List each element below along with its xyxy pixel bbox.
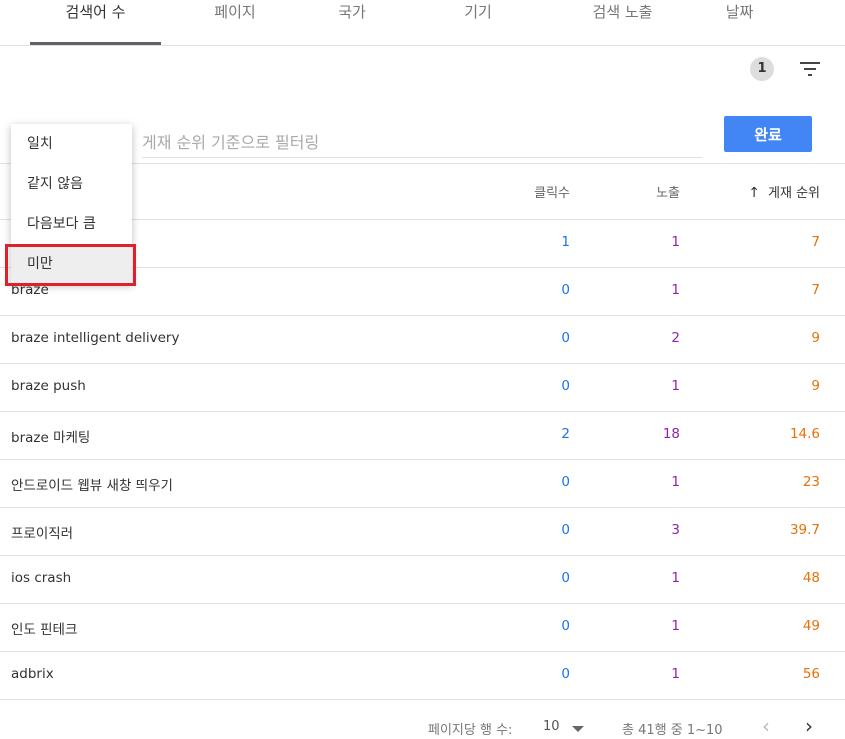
table-row[interactable]: ios crash 0 1 48 [0, 556, 845, 604]
impressions-cell: 3 [671, 522, 680, 538]
position-cell: 9 [811, 378, 820, 394]
done-button[interactable]: 완료 [724, 116, 812, 152]
tab-search-appearance[interactable]: 검색 노출 [565, 0, 680, 46]
tab-dates[interactable]: 날짜 [712, 0, 767, 46]
active-tab-indicator [30, 42, 161, 45]
header-position-label: 게재 순위 [768, 186, 820, 201]
query-cell: braze 마케팅 [11, 430, 91, 446]
menu-item-equals[interactable]: 일치 [11, 124, 132, 164]
menu-item-not-equal[interactable]: 같지 않음 [11, 164, 132, 204]
table-row[interactable]: 안드로이드 웹뷰 새창 띄우기 0 1 23 [0, 460, 845, 508]
impressions-cell: 1 [671, 666, 680, 682]
chevron-right-icon[interactable]: › [805, 714, 813, 738]
impressions-cell: 1 [671, 570, 680, 586]
table-row[interactable]: braze push 0 1 9 [0, 364, 845, 412]
position-cell: 14.6 [789, 426, 820, 442]
position-cell: 7 [811, 234, 820, 250]
pagination: 페이지당 행 수: 10 총 41행 중 1~10 ‹ › [0, 700, 845, 739]
query-cell: adbrix [11, 666, 54, 682]
impressions-cell: 1 [671, 618, 680, 634]
query-cell: braze push [11, 378, 86, 394]
clicks-cell: 1 [561, 234, 570, 250]
table-row[interactable]: adbrix 0 1 56 [0, 652, 845, 700]
tab-countries[interactable]: 국가 [322, 0, 382, 46]
comparison-dropdown-menu: 일치 같지 않음 다음보다 큼 미만 [11, 124, 132, 284]
query-cell: 프로이직러 [11, 526, 74, 542]
arrow-up-icon: ↑ [748, 185, 761, 201]
chevron-left-icon[interactable]: ‹ [762, 714, 770, 738]
clicks-cell: 0 [561, 618, 570, 634]
header-position[interactable]: ↑ 게재 순위 [748, 182, 820, 201]
position-cell: 56 [802, 666, 820, 682]
impressions-cell: 18 [662, 426, 680, 442]
query-cell: braze intelligent delivery [11, 330, 180, 346]
position-cell: 48 [802, 570, 820, 586]
menu-item-greater-than[interactable]: 다음보다 큼 [11, 204, 132, 244]
query-cell: braze [11, 282, 49, 298]
clicks-cell: 0 [561, 282, 570, 298]
impressions-cell: 1 [671, 282, 680, 298]
tab-queries[interactable]: 검색어 수 [30, 0, 161, 46]
table-row[interactable]: braze intelligent delivery 0 2 9 [0, 316, 845, 364]
impressions-cell: 2 [671, 330, 680, 346]
clicks-cell: 0 [561, 666, 570, 682]
impressions-cell: 1 [671, 474, 680, 490]
filter-count-badge: 1 [750, 57, 774, 81]
menu-item-less-than[interactable]: 미만 [11, 244, 132, 284]
query-cell: ios crash [11, 570, 72, 586]
header-impressions[interactable]: 노출 [656, 182, 680, 201]
table-row[interactable]: 프로이직러 0 3 39.7 [0, 508, 845, 556]
rows-per-page-label: 페이지당 행 수: [428, 723, 513, 738]
page-range: 총 41행 중 1~10 [622, 723, 723, 738]
impressions-cell: 1 [671, 234, 680, 250]
tab-pages[interactable]: 페이지 [190, 0, 280, 46]
tab-devices[interactable]: 기기 [448, 0, 508, 46]
table-row[interactable]: braze 마케팅 2 18 14.6 [0, 412, 845, 460]
position-filter-input[interactable] [142, 128, 702, 158]
clicks-cell: 0 [561, 570, 570, 586]
filter-list-icon[interactable] [798, 58, 822, 80]
tab-bar: 검색어 수 페이지 국가 기기 검색 노출 날짜 [0, 0, 845, 46]
clicks-cell: 0 [561, 330, 570, 346]
position-cell: 7 [811, 282, 820, 298]
caret-down-icon[interactable] [572, 726, 584, 732]
clicks-cell: 0 [561, 378, 570, 394]
header-clicks[interactable]: 클릭수 [534, 182, 570, 201]
position-cell: 39.7 [789, 522, 820, 538]
impressions-cell: 1 [671, 378, 680, 394]
table-row[interactable]: 인도 핀테크 0 1 49 [0, 604, 845, 652]
rows-per-page-select[interactable]: 10 [543, 719, 560, 734]
clicks-cell: 0 [561, 474, 570, 490]
clicks-cell: 2 [561, 426, 570, 442]
query-cell: 인도 핀테크 [11, 622, 78, 638]
clicks-cell: 0 [561, 522, 570, 538]
position-cell: 49 [802, 618, 820, 634]
position-cell: 9 [811, 330, 820, 346]
position-cell: 23 [802, 474, 820, 490]
query-cell: 안드로이드 웹뷰 새창 띄우기 [11, 478, 173, 494]
